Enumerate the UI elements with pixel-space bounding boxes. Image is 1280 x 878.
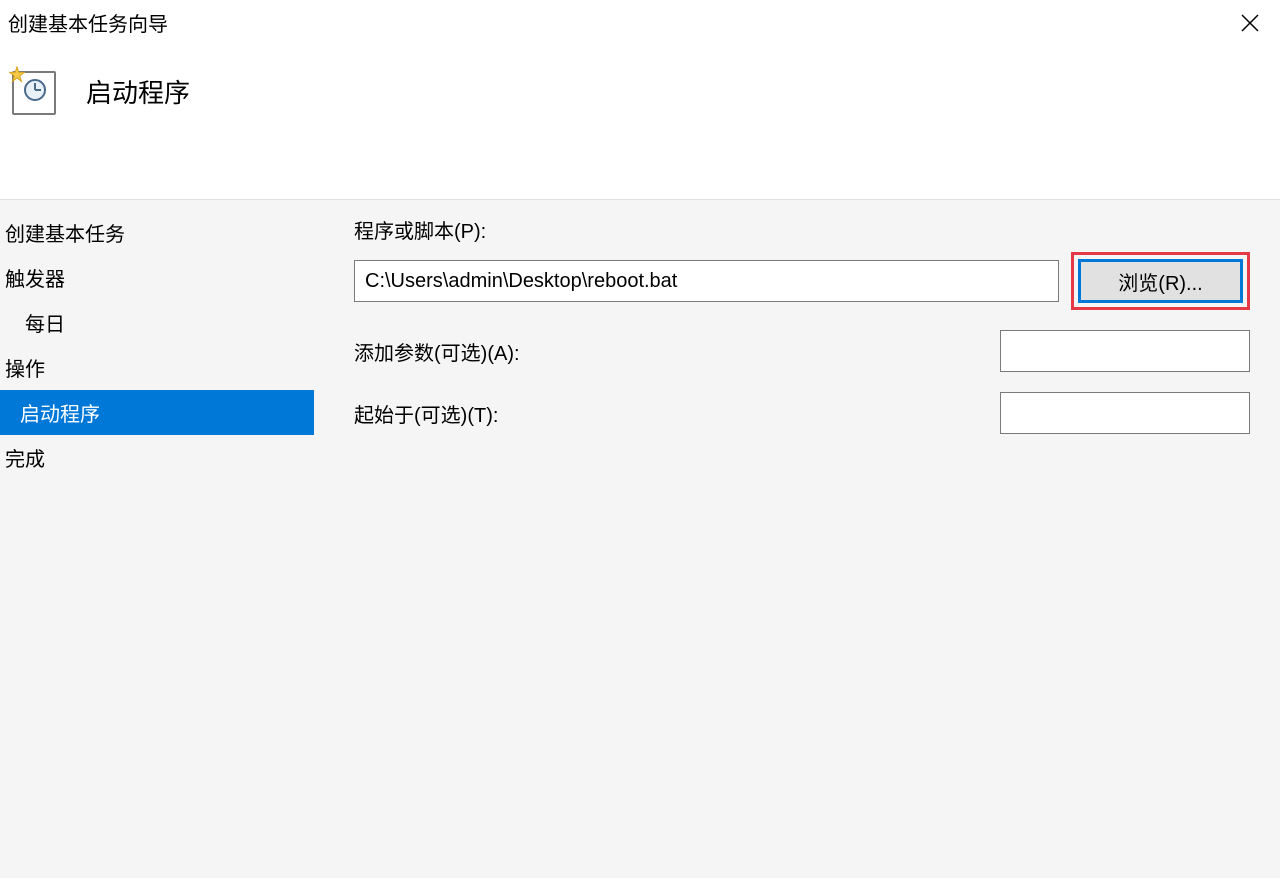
titlebar: 创建基本任务向导 bbox=[0, 0, 1280, 45]
program-script-label: 程序或脚本(P): bbox=[354, 215, 1250, 244]
window-title: 创建基本任务向导 bbox=[8, 8, 168, 37]
sidebar-item-daily[interactable]: 每日 bbox=[0, 300, 314, 345]
page-title: 启动程序 bbox=[86, 73, 190, 110]
sidebar-item-finish[interactable]: 完成 bbox=[0, 435, 314, 480]
sidebar-item-start-program[interactable]: 启动程序 bbox=[0, 390, 314, 435]
content-area: 创建基本任务 触发器 每日 操作 启动程序 完成 程序或脚本(P): 浏览(R)… bbox=[0, 200, 1280, 878]
wizard-window: 创建基本任务向导 启动程序 创建基本任务 触发器 每日 操作 启动程序 bbox=[0, 0, 1280, 878]
task-scheduler-icon bbox=[8, 67, 56, 115]
startin-label: 起始于(可选)(T): bbox=[354, 399, 498, 428]
program-script-input[interactable] bbox=[354, 260, 1059, 302]
close-icon bbox=[1241, 14, 1259, 32]
startin-row: 起始于(可选)(T): bbox=[354, 392, 1250, 434]
header-section: 启动程序 bbox=[0, 45, 1280, 200]
program-script-input-row: 浏览(R)... bbox=[354, 252, 1250, 310]
arguments-label: 添加参数(可选)(A): bbox=[354, 337, 520, 366]
sidebar-item-create-basic-task[interactable]: 创建基本任务 bbox=[0, 210, 314, 255]
program-script-row: 程序或脚本(P): 浏览(R)... bbox=[354, 215, 1250, 310]
sidebar-item-action[interactable]: 操作 bbox=[0, 345, 314, 390]
arguments-row: 添加参数(可选)(A): bbox=[354, 330, 1250, 372]
sidebar-item-trigger[interactable]: 触发器 bbox=[0, 255, 314, 300]
browse-highlight-box: 浏览(R)... bbox=[1071, 252, 1250, 310]
browse-button[interactable]: 浏览(R)... bbox=[1078, 259, 1243, 303]
main-form: 程序或脚本(P): 浏览(R)... 添加参数(可选)(A): 起始于(可选)(… bbox=[314, 200, 1280, 878]
arguments-input[interactable] bbox=[1000, 330, 1250, 372]
close-button[interactable] bbox=[1230, 3, 1270, 43]
wizard-steps-sidebar: 创建基本任务 触发器 每日 操作 启动程序 完成 bbox=[0, 200, 314, 878]
startin-input[interactable] bbox=[1000, 392, 1250, 434]
